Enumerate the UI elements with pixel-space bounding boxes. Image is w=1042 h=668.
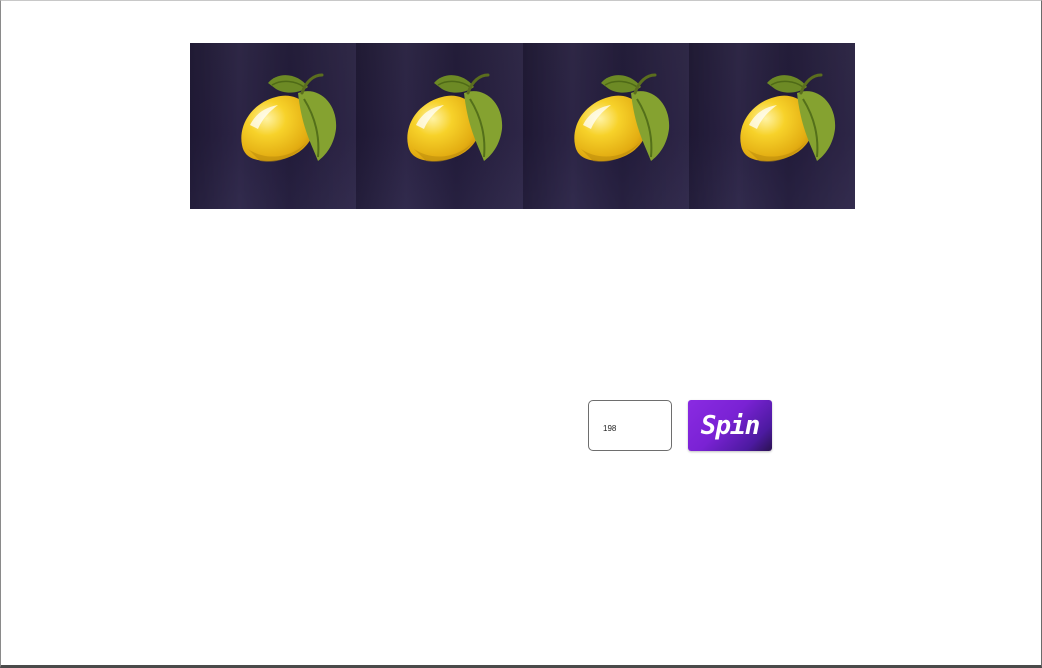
game-window: Spin — [0, 0, 1042, 668]
lemon-icon — [241, 73, 337, 162]
reel-4 — [688, 43, 855, 209]
reel-2 — [356, 43, 523, 209]
reels-row — [190, 43, 855, 209]
bet-amount-input[interactable] — [588, 400, 672, 451]
lemon-icon — [740, 73, 835, 162]
lemon-icon — [573, 73, 669, 162]
reel-1 — [190, 43, 357, 209]
reel-3 — [522, 43, 689, 209]
spin-button[interactable]: Spin — [688, 400, 772, 451]
lemon-icon — [407, 73, 503, 162]
